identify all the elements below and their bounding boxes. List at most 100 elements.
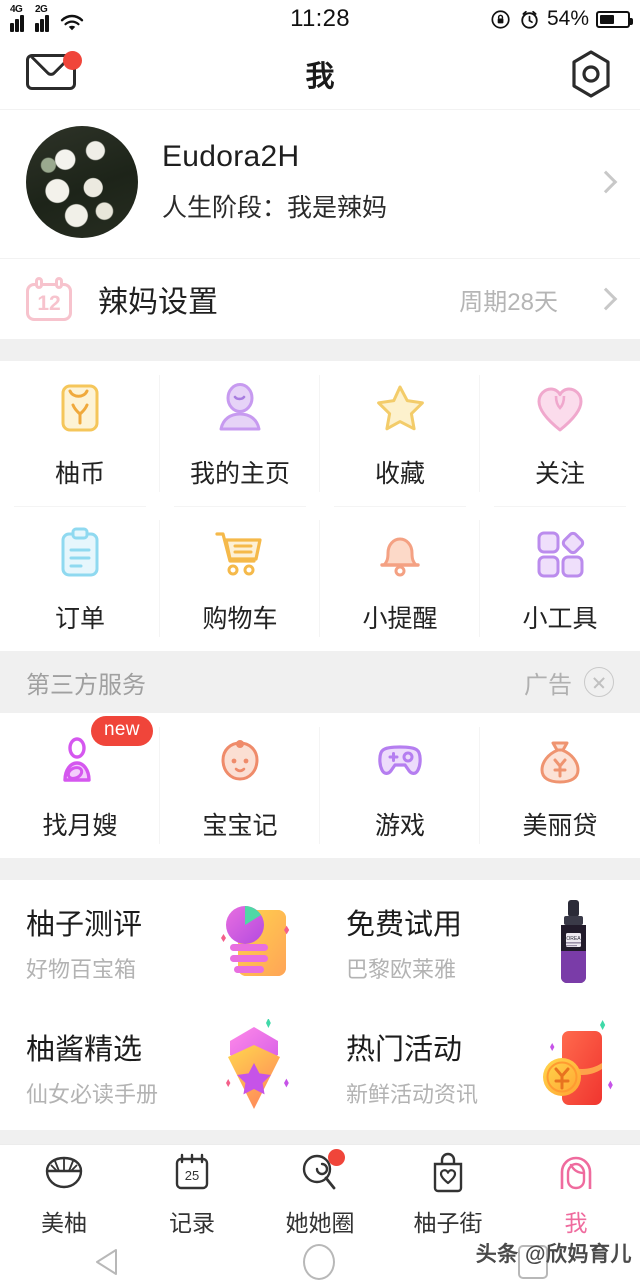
person-icon — [219, 382, 261, 430]
grid-item-favorites[interactable]: 收藏 — [320, 361, 480, 506]
watermark: 头条 @欣妈育儿 — [475, 1243, 632, 1266]
third-party-title: 第三方服务 — [26, 671, 146, 699]
red-envelope-coin-image — [543, 1019, 613, 1105]
mom-settings-row[interactable]: 12 辣妈设置 周期28天 — [0, 258, 640, 339]
grid-label: 订单 — [54, 604, 105, 633]
calendar-icon: 12 — [26, 277, 72, 321]
grid-label: 收藏 — [374, 459, 425, 488]
signal-2g-icon: 2G — [35, 4, 54, 32]
back-triangle-icon[interactable] — [92, 1247, 120, 1277]
grid-label: 小提醒 — [362, 604, 438, 633]
nanny-icon-wrap: new — [49, 715, 153, 792]
grid-item-coin[interactable]: 柚币 — [0, 361, 160, 506]
page-title: 我 — [305, 60, 335, 93]
bottom-tab-bar: 美柚 25 记录 她她圈 柚子街 我 — [0, 1144, 640, 1244]
grid-label: 美丽贷 — [522, 811, 598, 840]
grid-item-tools[interactable]: 小工具 — [480, 506, 640, 651]
promo-title: 免费试用 — [346, 909, 463, 941]
ad-label: 广告 — [524, 671, 572, 699]
wifi-icon — [60, 14, 84, 31]
tab-label: 她她圈 — [285, 1210, 355, 1236]
tab-meiyou[interactable]: 美柚 — [0, 1145, 128, 1244]
star-icon — [377, 385, 424, 430]
grid-label: 购物车 — [202, 604, 278, 633]
tab-circle[interactable]: 她她圈 — [256, 1145, 384, 1244]
grid-item-games[interactable]: 游戏 — [320, 713, 480, 858]
grid-item-baby-diary[interactable]: 宝宝记 — [160, 713, 320, 858]
svg-text:LOREAL: LOREAL — [564, 936, 584, 942]
promo-card[interactable]: 免费试用 巴黎欧莱雅 LOREAL — [320, 880, 640, 1005]
profile-text: Eudora2H 人生阶段：我是辣妈 — [162, 140, 574, 224]
bell-icon — [380, 537, 420, 576]
third-party-bar: 第三方服务 广告 — [0, 651, 640, 713]
status-left: 4G 2G — [10, 4, 84, 32]
grid-item-nanny[interactable]: new 找月嫂 — [0, 713, 160, 858]
grid-item-cart[interactable]: 购物车 — [160, 506, 320, 651]
coin-bag-icon — [61, 384, 99, 431]
avatar[interactable] — [26, 126, 138, 238]
gamepad-icon — [378, 744, 422, 775]
grid-item-reminder[interactable]: 小提醒 — [320, 506, 480, 651]
status-bar: 4G 2G 11:28 54% — [0, 0, 640, 38]
quick-grid-row1: 柚币 我的主页 收藏 关注 — [0, 361, 640, 506]
grid-label: 宝宝记 — [202, 811, 278, 840]
tab-store[interactable]: 柚子街 — [384, 1145, 512, 1244]
mom-settings-value: 周期28天 — [459, 288, 558, 316]
balloon-icon-wrap — [298, 1149, 345, 1195]
battery-icon — [596, 10, 633, 28]
baby-face-icon — [221, 739, 259, 781]
promo-subtitle: 仙女必读手册 — [26, 1082, 159, 1107]
money-bag-icon — [540, 741, 580, 783]
grid-item-following[interactable]: 关注 — [480, 361, 640, 506]
close-circle-icon[interactable] — [584, 667, 614, 697]
profile-row[interactable]: Eudora2H 人生阶段：我是辣妈 — [0, 110, 640, 258]
girl-face-icon — [560, 1156, 592, 1190]
svg-text:25: 25 — [185, 1168, 199, 1183]
promo-card[interactable]: 柚子测评 好物百宝箱 — [0, 880, 320, 1005]
promo-title: 柚子测评 — [26, 909, 143, 941]
promo-text: 柚子测评 好物百宝箱 — [26, 901, 202, 984]
status-right: 54% — [491, 7, 633, 31]
quick-grid-row2: 订单 购物车 小提醒 小工具 — [0, 506, 640, 651]
promo-text: 免费试用 巴黎欧莱雅 — [346, 901, 522, 984]
phone-screen: 4G 2G 11:28 54% 我 Eudora2H 人生阶段：我是辣妈 12 … — [0, 0, 640, 1280]
signal-2g-label: 2G — [35, 4, 48, 15]
grid-label: 我的主页 — [189, 459, 290, 488]
tab-record[interactable]: 25 记录 — [128, 1145, 256, 1244]
promo-card[interactable]: 热门活动 新鲜活动资讯 — [320, 1005, 640, 1130]
hex-gear-icon[interactable] — [568, 49, 614, 99]
gift-gem-image — [226, 1018, 289, 1109]
grid-item-homepage[interactable]: 我的主页 — [160, 361, 320, 506]
clipboard-icon — [61, 527, 99, 576]
grid-label: 小工具 — [522, 604, 598, 633]
alarm-clock-icon — [521, 10, 538, 29]
calendar-day: 12 — [26, 283, 72, 321]
promo-cards: 柚子测评 好物百宝箱 免费试用 巴黎欧莱雅 LOREAL 柚酱精选 仙女必读手册… — [0, 880, 640, 1130]
app-bar: 我 — [0, 38, 640, 110]
tab-label: 柚子街 — [413, 1210, 483, 1236]
new-badge: new — [91, 715, 153, 746]
chevron-right-icon — [594, 170, 618, 194]
grid-item-loan[interactable]: 美丽贷 — [480, 713, 640, 858]
grid-label: 找月嫂 — [42, 811, 118, 840]
shopping-bag-heart-icon — [433, 1152, 463, 1193]
signal-4g-icon: 4G — [10, 4, 29, 32]
signal-4g-label: 4G — [10, 4, 23, 15]
chart-notebook-image — [221, 905, 290, 976]
bottom-filler — [0, 1130, 640, 1144]
battery-percent: 54% — [546, 7, 589, 30]
grid-label: 柚币 — [54, 459, 105, 488]
tab-me[interactable]: 我 — [512, 1145, 640, 1244]
grid-item-orders[interactable]: 订单 — [0, 506, 160, 651]
tab-label: 我 — [564, 1210, 588, 1236]
promo-title: 热门活动 — [346, 1034, 463, 1066]
promo-subtitle: 好物百宝箱 — [26, 957, 137, 982]
promo-card[interactable]: 柚酱精选 仙女必读手册 — [0, 1005, 320, 1130]
tab-unread-badge — [328, 1149, 345, 1166]
ad-controls: 广告 — [524, 665, 614, 700]
promo-title: 柚酱精选 — [26, 1034, 143, 1066]
profile-stage: 人生阶段：我是辣妈 — [162, 194, 388, 222]
section-divider — [0, 339, 640, 361]
android-nav-bar: 头条 @欣妈育儿 — [0, 1243, 640, 1280]
home-circle-icon[interactable] — [302, 1244, 335, 1280]
